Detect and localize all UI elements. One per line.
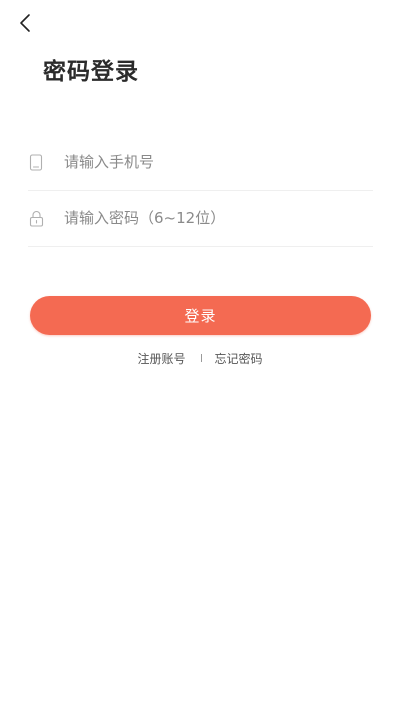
login-button[interactable]: 登录 — [30, 296, 371, 335]
password-input[interactable] — [64, 209, 344, 227]
page-title: 密码登录 — [43, 59, 139, 85]
register-link[interactable]: 注册账号 — [137, 350, 185, 367]
phone-field[interactable] — [28, 134, 373, 191]
chevron-left-icon — [18, 13, 32, 37]
link-divider — [200, 354, 202, 362]
phone-icon — [28, 153, 44, 171]
auth-links: 注册账号 忘记密码 — [0, 348, 400, 368]
phone-input[interactable] — [64, 153, 344, 171]
password-field[interactable] — [28, 190, 373, 247]
back-button[interactable] — [10, 10, 40, 40]
lock-icon — [28, 209, 44, 227]
forgot-password-link[interactable]: 忘记密码 — [215, 350, 263, 367]
